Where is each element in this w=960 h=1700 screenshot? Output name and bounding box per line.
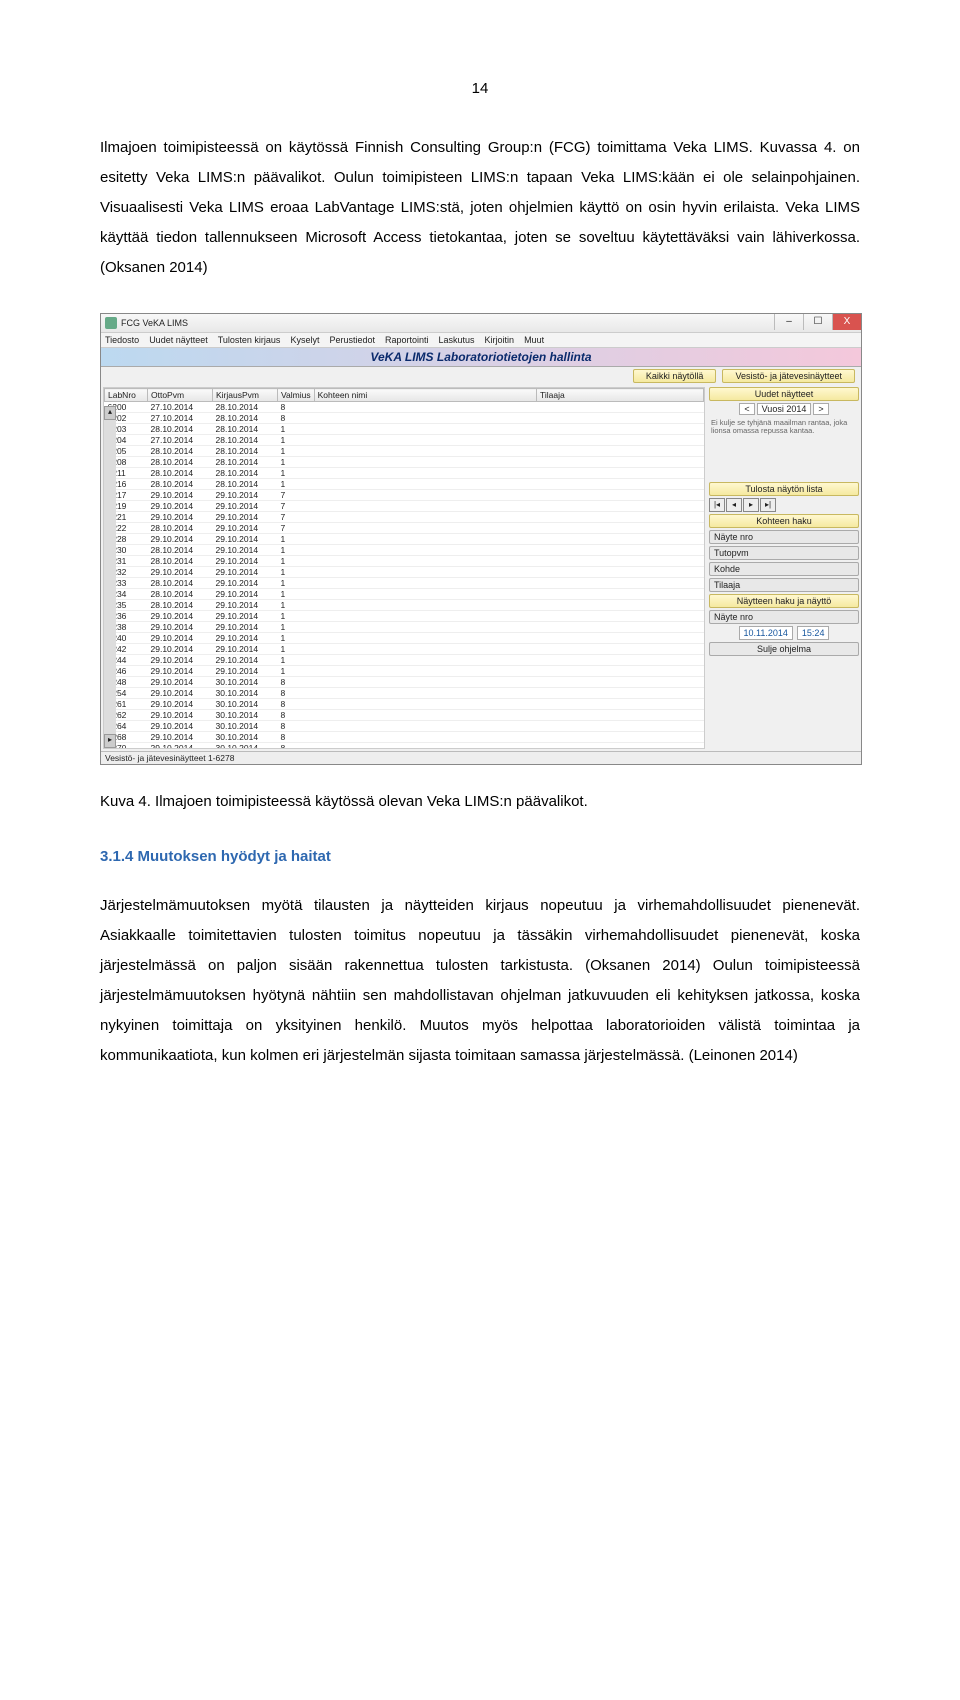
table-row[interactable]: 626229.10.201430.10.20148 <box>105 710 704 721</box>
table-row[interactable]: 620427.10.201428.10.20141 <box>105 435 704 446</box>
titlebar: FCG VeKA LIMS – ☐ X <box>101 314 861 333</box>
paragraph-2: Järjestelmämuutoksen myötä tilausten ja … <box>100 891 860 1071</box>
sample-table[interactable]: LabNro OttoPvm KirjausPvm Valmius Kohtee… <box>103 387 705 749</box>
window-title: FCG VeKA LIMS <box>121 318 188 328</box>
nav-prev-icon[interactable]: ◂ <box>726 498 742 512</box>
nav-last-icon[interactable]: ▸| <box>760 498 776 512</box>
nav-next-icon[interactable]: ▸ <box>743 498 759 512</box>
col-tilaaja[interactable]: Tilaaja <box>537 389 704 402</box>
year-nav: < Vuosi 2014 > <box>709 403 859 415</box>
table-row[interactable]: 626129.10.201430.10.20148 <box>105 699 704 710</box>
col-ottopvm[interactable]: OttoPvm <box>148 389 213 402</box>
print-list-button[interactable]: Tulosta näytön lista <box>709 482 859 496</box>
current-time: 15:24 <box>797 626 830 640</box>
table-row[interactable]: 620227.10.201428.10.20148 <box>105 413 704 424</box>
table-row[interactable]: 620328.10.201428.10.20141 <box>105 424 704 435</box>
table-row[interactable]: 624429.10.201429.10.20141 <box>105 655 704 666</box>
table-row[interactable]: 623528.10.201429.10.20141 <box>105 600 704 611</box>
table-row[interactable]: 621628.10.201428.10.20141 <box>105 479 704 490</box>
side-panel: Uudet näytteet < Vuosi 2014 > Ei kulje s… <box>707 385 861 751</box>
menu-raportointi[interactable]: Raportointi <box>385 335 429 345</box>
menu-perustiedot[interactable]: Perustiedot <box>329 335 375 345</box>
field-kohde[interactable]: Kohde <box>709 562 859 576</box>
year-prev-button[interactable]: < <box>739 403 754 415</box>
paragraph-1: Ilmajoen toimipisteessä on käytössä Finn… <box>100 133 860 283</box>
new-samples-button[interactable]: Uudet näytteet <box>709 387 859 401</box>
table-row[interactable]: 620528.10.201428.10.20141 <box>105 446 704 457</box>
search-header: Kohteen haku <box>709 514 859 528</box>
year-next-button[interactable]: > <box>813 403 828 415</box>
figure-4: FCG VeKA LIMS – ☐ X Tiedosto Uudet näytt… <box>100 313 860 765</box>
table-row[interactable]: 624829.10.201430.10.20148 <box>105 677 704 688</box>
table-row[interactable]: 621128.10.201428.10.20141 <box>105 468 704 479</box>
tab-water-samples[interactable]: Vesistö- ja jätevesinäytteet <box>722 369 855 383</box>
minimize-button[interactable]: – <box>774 314 803 330</box>
table-row[interactable]: 624629.10.201429.10.20141 <box>105 666 704 677</box>
tab-all[interactable]: Kaikki näytöllä <box>633 369 717 383</box>
page-number: 14 <box>100 80 860 97</box>
col-kirjauspvm[interactable]: KirjausPvm <box>213 389 278 402</box>
table-row[interactable]: 622829.10.201429.10.20141 <box>105 534 704 545</box>
close-program-button[interactable]: Sulje ohjelma <box>709 642 859 656</box>
table-row[interactable]: 623829.10.201429.10.20141 <box>105 622 704 633</box>
col-kohde[interactable]: Kohteen nimi <box>314 389 536 402</box>
menu-uudet-naytteet[interactable]: Uudet näytteet <box>149 335 208 345</box>
menu-tiedosto[interactable]: Tiedosto <box>105 335 139 345</box>
table-row[interactable]: 624029.10.201429.10.20141 <box>105 633 704 644</box>
table-row[interactable]: 623428.10.201429.10.20141 <box>105 589 704 600</box>
field-tutopvm[interactable]: Tutopvm <box>709 546 859 560</box>
statusbar: Vesistö- ja jätevesinäytteet 1-6278 <box>101 751 861 764</box>
side-note: Ei kulje se tyhjänä maailman rantaa, jok… <box>709 417 859 438</box>
section-heading: 3.1.4 Muutoksen hyödyt ja haitat <box>100 848 860 865</box>
datetime: 10.11.2014 15:24 <box>709 626 859 640</box>
table-row[interactable]: 627029.10.201430.10.20148 <box>105 743 704 750</box>
table-row[interactable]: 620027.10.201428.10.20148 <box>105 402 704 413</box>
app-window: FCG VeKA LIMS – ☐ X Tiedosto Uudet näytt… <box>100 313 862 765</box>
figure-caption: Kuva 4. Ilmajoen toimipisteessä käytössä… <box>100 793 860 810</box>
app-icon <box>105 317 117 329</box>
scroll-down-icon[interactable]: ▸ <box>104 734 116 748</box>
table-row[interactable]: 622129.10.201429.10.20147 <box>105 512 704 523</box>
menubar: Tiedosto Uudet näytteet Tulosten kirjaus… <box>101 333 861 348</box>
menu-kirjoitin[interactable]: Kirjoitin <box>485 335 515 345</box>
field-tilaaja[interactable]: Tilaaja <box>709 578 859 592</box>
table-row[interactable]: 622228.10.201429.10.20147 <box>105 523 704 534</box>
menu-tulosten-kirjaus[interactable]: Tulosten kirjaus <box>218 335 281 345</box>
maximize-button[interactable]: ☐ <box>803 314 832 330</box>
table-row[interactable]: 623328.10.201429.10.20141 <box>105 578 704 589</box>
col-labnro[interactable]: LabNro <box>105 389 148 402</box>
table-row[interactable]: 623128.10.201429.10.20141 <box>105 556 704 567</box>
table-row[interactable]: 624229.10.201429.10.20141 <box>105 644 704 655</box>
table-row[interactable]: 625429.10.201430.10.20148 <box>105 688 704 699</box>
field-nayte-nro-2[interactable]: Näyte nro <box>709 610 859 624</box>
header-band: VeKA LIMS Laboratoriotietojen hallinta <box>101 348 861 367</box>
close-button[interactable]: X <box>832 314 861 330</box>
nav-first-icon[interactable]: |◂ <box>709 498 725 512</box>
table-row[interactable]: 623629.10.201429.10.20141 <box>105 611 704 622</box>
col-valmius[interactable]: Valmius <box>278 389 315 402</box>
table-row[interactable]: 621929.10.201429.10.20147 <box>105 501 704 512</box>
menu-muut[interactable]: Muut <box>524 335 544 345</box>
record-nav: |◂ ◂ ▸ ▸| <box>709 498 859 512</box>
year-label: Vuosi 2014 <box>757 403 812 415</box>
table-row[interactable]: 620828.10.201428.10.20141 <box>105 457 704 468</box>
field-nayte-nro[interactable]: Näyte nro <box>709 530 859 544</box>
table-row[interactable]: 621729.10.201429.10.20147 <box>105 490 704 501</box>
sample-search-header: Näytteen haku ja näyttö <box>709 594 859 608</box>
current-date: 10.11.2014 <box>739 626 793 640</box>
scrollbar[interactable]: ▴ ▸ <box>104 406 116 748</box>
top-tabs: Kaikki näytöllä Vesistö- ja jätevesinäyt… <box>101 367 861 385</box>
menu-laskutus[interactable]: Laskutus <box>439 335 475 345</box>
scroll-up-icon[interactable]: ▴ <box>104 406 116 420</box>
table-row[interactable]: 623028.10.201429.10.20141 <box>105 545 704 556</box>
table-row[interactable]: 626429.10.201430.10.20148 <box>105 721 704 732</box>
table-row[interactable]: 623229.10.201429.10.20141 <box>105 567 704 578</box>
menu-kyselyt[interactable]: Kyselyt <box>290 335 319 345</box>
table-row[interactable]: 626829.10.201430.10.20148 <box>105 732 704 743</box>
